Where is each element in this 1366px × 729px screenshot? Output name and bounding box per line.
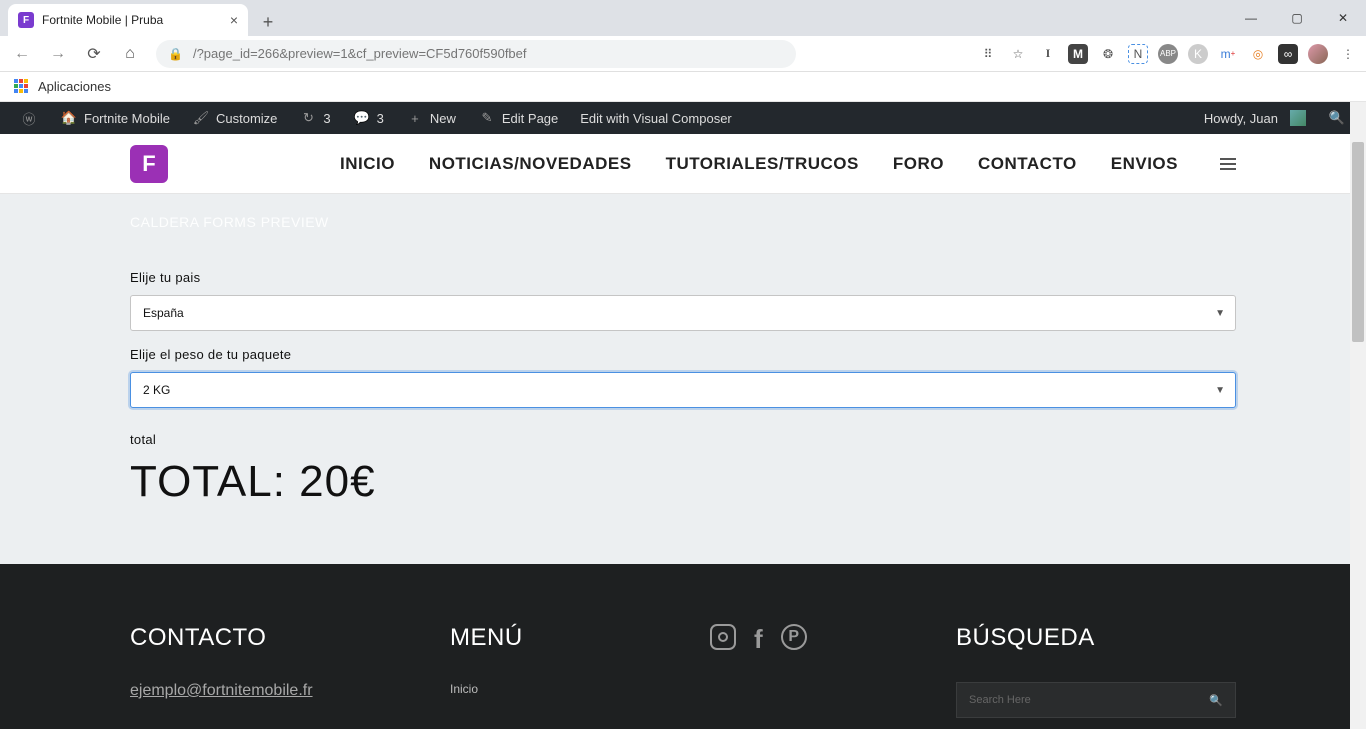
scrollbar-thumb[interactable] — [1352, 142, 1364, 342]
footer-search-placeholder: Search Here — [969, 694, 1031, 706]
window-titlebar: F Fortnite Mobile | Pruba × + — ▢ ✕ — [0, 0, 1366, 36]
ext-icon-abp[interactable]: ABP — [1158, 44, 1178, 64]
scrollbar[interactable] — [1350, 102, 1366, 729]
wp-customize[interactable]: 🖌Customize — [182, 102, 287, 134]
ext-icon-target[interactable]: ◎ — [1248, 44, 1268, 64]
bookmark-apps-label[interactable]: Aplicaciones — [38, 79, 111, 94]
weight-label: Elije el peso de tu paquete — [130, 347, 1236, 362]
footer-search-heading: BÚSQUEDA — [956, 624, 1236, 652]
brush-icon: 🖌 — [192, 109, 210, 127]
footer-col-menu: MENÚ Inicio — [450, 624, 690, 729]
footer-menu-heading: MENÚ — [450, 624, 690, 652]
weight-select-value: 2 KG — [143, 383, 170, 397]
pencil-icon: ✎ — [478, 109, 496, 127]
footer-menu-inicio[interactable]: Inicio — [450, 682, 690, 696]
comment-icon: 💬 — [353, 109, 371, 127]
bookmarks-bar: Aplicaciones — [0, 72, 1366, 102]
new-tab-button[interactable]: + — [254, 8, 282, 36]
hamburger-icon[interactable] — [1220, 158, 1236, 170]
instagram-icon[interactable] — [710, 624, 736, 650]
window-minimize-button[interactable]: — — [1228, 0, 1274, 36]
ext-icon-mask[interactable]: ∞ — [1278, 44, 1298, 64]
browser-tab[interactable]: F Fortnite Mobile | Pruba × — [8, 4, 248, 36]
footer-email-link[interactable]: ejemplo@fortnitemobile.fr — [130, 682, 430, 700]
wp-comments[interactable]: 💬3 — [343, 102, 394, 134]
total-amount: TOTAL: 20€ — [130, 457, 1236, 507]
footer-search-input[interactable]: Search Here 🔍 — [956, 682, 1236, 718]
country-label: Elije tu pais — [130, 270, 1236, 285]
url-text: /?page_id=266&preview=1&cf_preview=CF5d7… — [193, 46, 527, 61]
chevron-down-icon: ▼ — [1215, 308, 1225, 319]
reload-button[interactable]: ⟳ — [80, 40, 108, 68]
pinterest-icon[interactable]: P — [781, 624, 807, 650]
footer-col-contacto: CONTACTO ejemplo@fortnitemobile.fr — [130, 624, 430, 729]
speedometer-icon: 🏠 — [60, 109, 78, 127]
total-small-label: total — [130, 432, 1236, 447]
window-controls: — ▢ ✕ — [1228, 0, 1366, 36]
star-icon[interactable]: ☆ — [1008, 44, 1028, 64]
plus-icon: + — [406, 109, 424, 127]
site-header: F INICIO NOTICIAS/NOVEDADES TUTORIALES/T… — [0, 134, 1366, 194]
window-close-button[interactable]: ✕ — [1320, 0, 1366, 36]
nav-foro[interactable]: FORO — [893, 154, 944, 174]
apps-icon[interactable] — [14, 79, 30, 95]
facebook-icon[interactable]: f — [754, 624, 763, 655]
nav-envios[interactable]: ENVIOS — [1111, 154, 1178, 174]
wp-howdy[interactable]: Howdy, Juan — [1194, 102, 1316, 134]
back-button[interactable]: ← — [8, 40, 36, 68]
ext-icon-4[interactable]: N — [1128, 44, 1148, 64]
nav-contacto[interactable]: CONTACTO — [978, 154, 1077, 174]
browser-toolbar: ← → ⟳ ⌂ 🔒 /?page_id=266&preview=1&cf_pre… — [0, 36, 1366, 72]
wp-new[interactable]: +New — [396, 102, 466, 134]
tab-favicon-icon: F — [18, 12, 34, 28]
main-nav: INICIO NOTICIAS/NOVEDADES TUTORIALES/TRU… — [340, 154, 1236, 174]
footer-contacto-heading: CONTACTO — [130, 624, 430, 652]
profile-avatar-icon[interactable] — [1308, 44, 1328, 64]
wp-admin-bar: ⓦ 🏠Fortnite Mobile 🖌Customize ↻3 💬3 +New… — [0, 102, 1366, 134]
site-logo-icon[interactable]: F — [130, 145, 168, 183]
weight-select[interactable]: 2 KG ▼ — [130, 372, 1236, 408]
refresh-icon: ↻ — [299, 109, 317, 127]
footer-col-search: BÚSQUEDA Search Here 🔍 — [956, 624, 1236, 729]
ext-icon-2[interactable]: M — [1068, 44, 1088, 64]
ext-icon-1[interactable]: I — [1038, 44, 1058, 64]
country-select[interactable]: España ▼ — [130, 295, 1236, 331]
wp-edit-page[interactable]: ✎Edit Page — [468, 102, 568, 134]
home-button[interactable]: ⌂ — [116, 40, 144, 68]
nav-inicio[interactable]: INICIO — [340, 154, 395, 174]
ext-icon-k[interactable]: K — [1188, 44, 1208, 64]
lock-icon: 🔒 — [168, 47, 183, 61]
nav-noticias[interactable]: NOTICIAS/NOVEDADES — [429, 154, 632, 174]
tab-title: Fortnite Mobile | Pruba — [42, 13, 163, 27]
site-footer: CONTACTO ejemplo@fortnitemobile.fr MENÚ … — [0, 564, 1366, 729]
ext-icon-m[interactable]: m+ — [1218, 44, 1238, 64]
wp-site-name[interactable]: 🏠Fortnite Mobile — [50, 102, 180, 134]
address-bar[interactable]: 🔒 /?page_id=266&preview=1&cf_preview=CF5… — [156, 40, 796, 68]
form-area: CALDERA FORMS PREVIEW Elije tu pais Espa… — [0, 194, 1366, 564]
page-viewport: ⓦ 🏠Fortnite Mobile 🖌Customize ↻3 💬3 +New… — [0, 102, 1366, 729]
extension-icons: ⠿ ☆ I M ❂ N ABP K m+ ◎ ∞ ⋮ — [978, 44, 1358, 64]
search-icon[interactable]: 🔍 — [1209, 694, 1223, 707]
wp-edit-vc[interactable]: Edit with Visual Composer — [570, 102, 742, 134]
wp-logo-icon[interactable]: ⓦ — [10, 102, 48, 134]
caldera-preview-label: CALDERA FORMS PREVIEW — [130, 214, 1236, 230]
chevron-down-icon: ▼ — [1215, 385, 1225, 396]
user-avatar-icon — [1290, 110, 1306, 126]
window-maximize-button[interactable]: ▢ — [1274, 0, 1320, 36]
ext-icon-3[interactable]: ❂ — [1098, 44, 1118, 64]
wp-updates[interactable]: ↻3 — [289, 102, 340, 134]
tab-close-icon[interactable]: × — [230, 12, 238, 28]
footer-col-social: f P — [710, 624, 936, 729]
chrome-menu-icon[interactable]: ⋮ — [1338, 44, 1358, 64]
forward-button[interactable]: → — [44, 40, 72, 68]
nav-tutoriales[interactable]: TUTORIALES/TRUCOS — [666, 154, 859, 174]
country-select-value: España — [143, 306, 184, 320]
translate-icon[interactable]: ⠿ — [978, 44, 998, 64]
